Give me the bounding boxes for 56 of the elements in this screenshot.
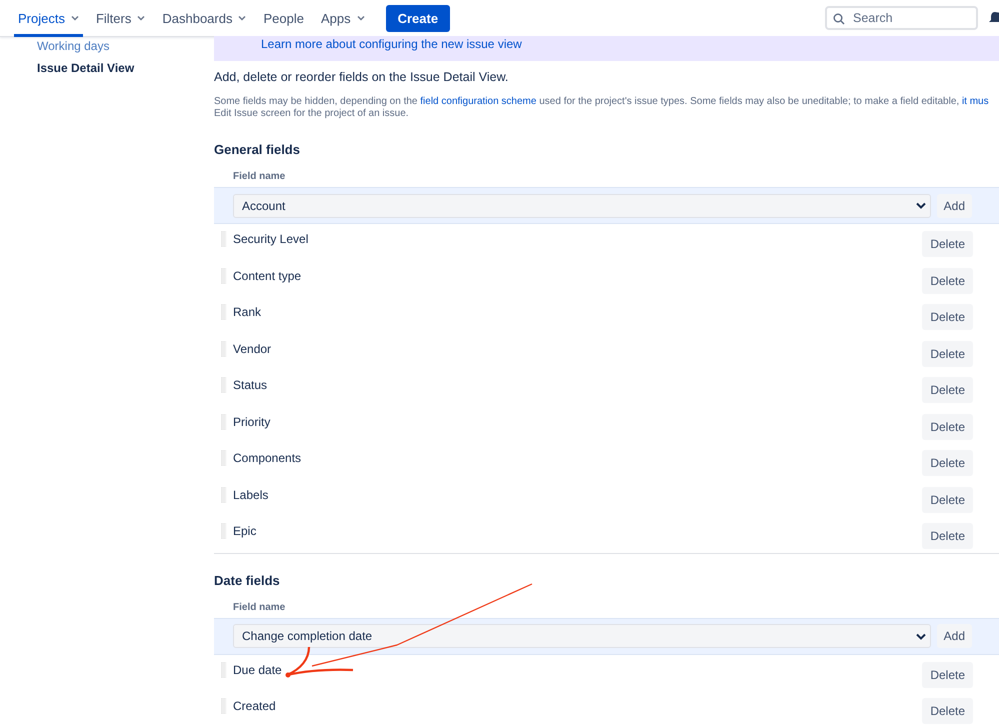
drag-handle[interactable] — [221, 486, 226, 502]
bell-icon[interactable] — [989, 11, 999, 25]
delete-button[interactable]: Delete — [922, 486, 973, 512]
nav-menu-item[interactable]: People — [259, 0, 308, 36]
field-name: Priority — [233, 414, 272, 428]
learn-more-link[interactable]: Learn more about configuring the new issue view — [261, 36, 999, 51]
section-title: General fields — [214, 142, 301, 157]
drag-handle[interactable] — [221, 698, 226, 714]
field-name: Status — [233, 378, 268, 392]
field-name: Rank — [233, 305, 262, 319]
add-button[interactable]: Add — [936, 194, 972, 218]
delete-button[interactable]: Delete — [922, 698, 973, 724]
drag-handle[interactable] — [221, 450, 226, 466]
delete-button[interactable]: Delete — [922, 523, 973, 549]
drag-handle[interactable] — [221, 304, 226, 320]
add-button[interactable]: Add — [936, 624, 972, 648]
delete-button[interactable]: Delete — [922, 268, 973, 294]
drag-handle[interactable] — [221, 231, 226, 247]
field-name: Vendor — [233, 342, 272, 356]
delete-button[interactable]: Delete — [922, 304, 973, 330]
delete-button[interactable]: Delete — [922, 662, 973, 688]
field-select[interactable]: Change completion date — [233, 624, 931, 648]
help-paragraph: Some fields may be hidden, depending on the field configuration scheme used for the project's issue types. Some fields may also be uneditable; to make a field editable, it mus Edit Issue screen for the project of an issue. — [214, 96, 990, 120]
nav-menu-item[interactable]: Filters — [92, 0, 150, 36]
field-name: Security Level — [233, 232, 310, 246]
field-name: Created — [233, 699, 277, 713]
field-name: Epic — [233, 524, 258, 538]
drag-handle[interactable] — [221, 523, 226, 539]
sidebar-link[interactable]: Issue Detail View — [37, 60, 214, 76]
drag-handle[interactable] — [221, 662, 226, 678]
drag-handle[interactable] — [221, 340, 226, 356]
field-name: Labels — [233, 488, 270, 502]
help-link[interactable]: field configuration scheme — [420, 96, 536, 107]
chevron-down-icon — [916, 632, 926, 640]
nav-menu-item[interactable]: Projects — [14, 0, 83, 36]
column-header: Field name — [232, 171, 286, 182]
delete-button[interactable]: Delete — [922, 340, 973, 366]
drag-handle[interactable] — [221, 377, 226, 393]
field-name: Content type — [233, 268, 302, 282]
delete-button[interactable]: Delete — [922, 414, 973, 440]
intro-text: Add, delete or reorder fields on the Issue Detail View. — [214, 70, 510, 84]
drag-handle[interactable] — [221, 268, 226, 284]
column-header: Field name — [232, 602, 286, 612]
search-field[interactable]: Search — [825, 6, 978, 30]
drag-handle[interactable] — [221, 414, 226, 430]
field-select[interactable]: Account — [233, 194, 931, 218]
create-button[interactable]: Create — [386, 4, 450, 32]
field-name: Components — [233, 451, 302, 465]
delete-button[interactable]: Delete — [922, 377, 973, 403]
section-title: Date fields — [214, 572, 281, 588]
help-link[interactable]: it mus — [962, 96, 989, 107]
delete-button[interactable]: Delete — [922, 231, 973, 257]
chevron-down-icon — [916, 202, 926, 209]
sidebar-link[interactable]: Working days — [37, 38, 214, 54]
delete-button[interactable]: Delete — [922, 450, 973, 476]
field-name: Due date — [233, 662, 283, 676]
